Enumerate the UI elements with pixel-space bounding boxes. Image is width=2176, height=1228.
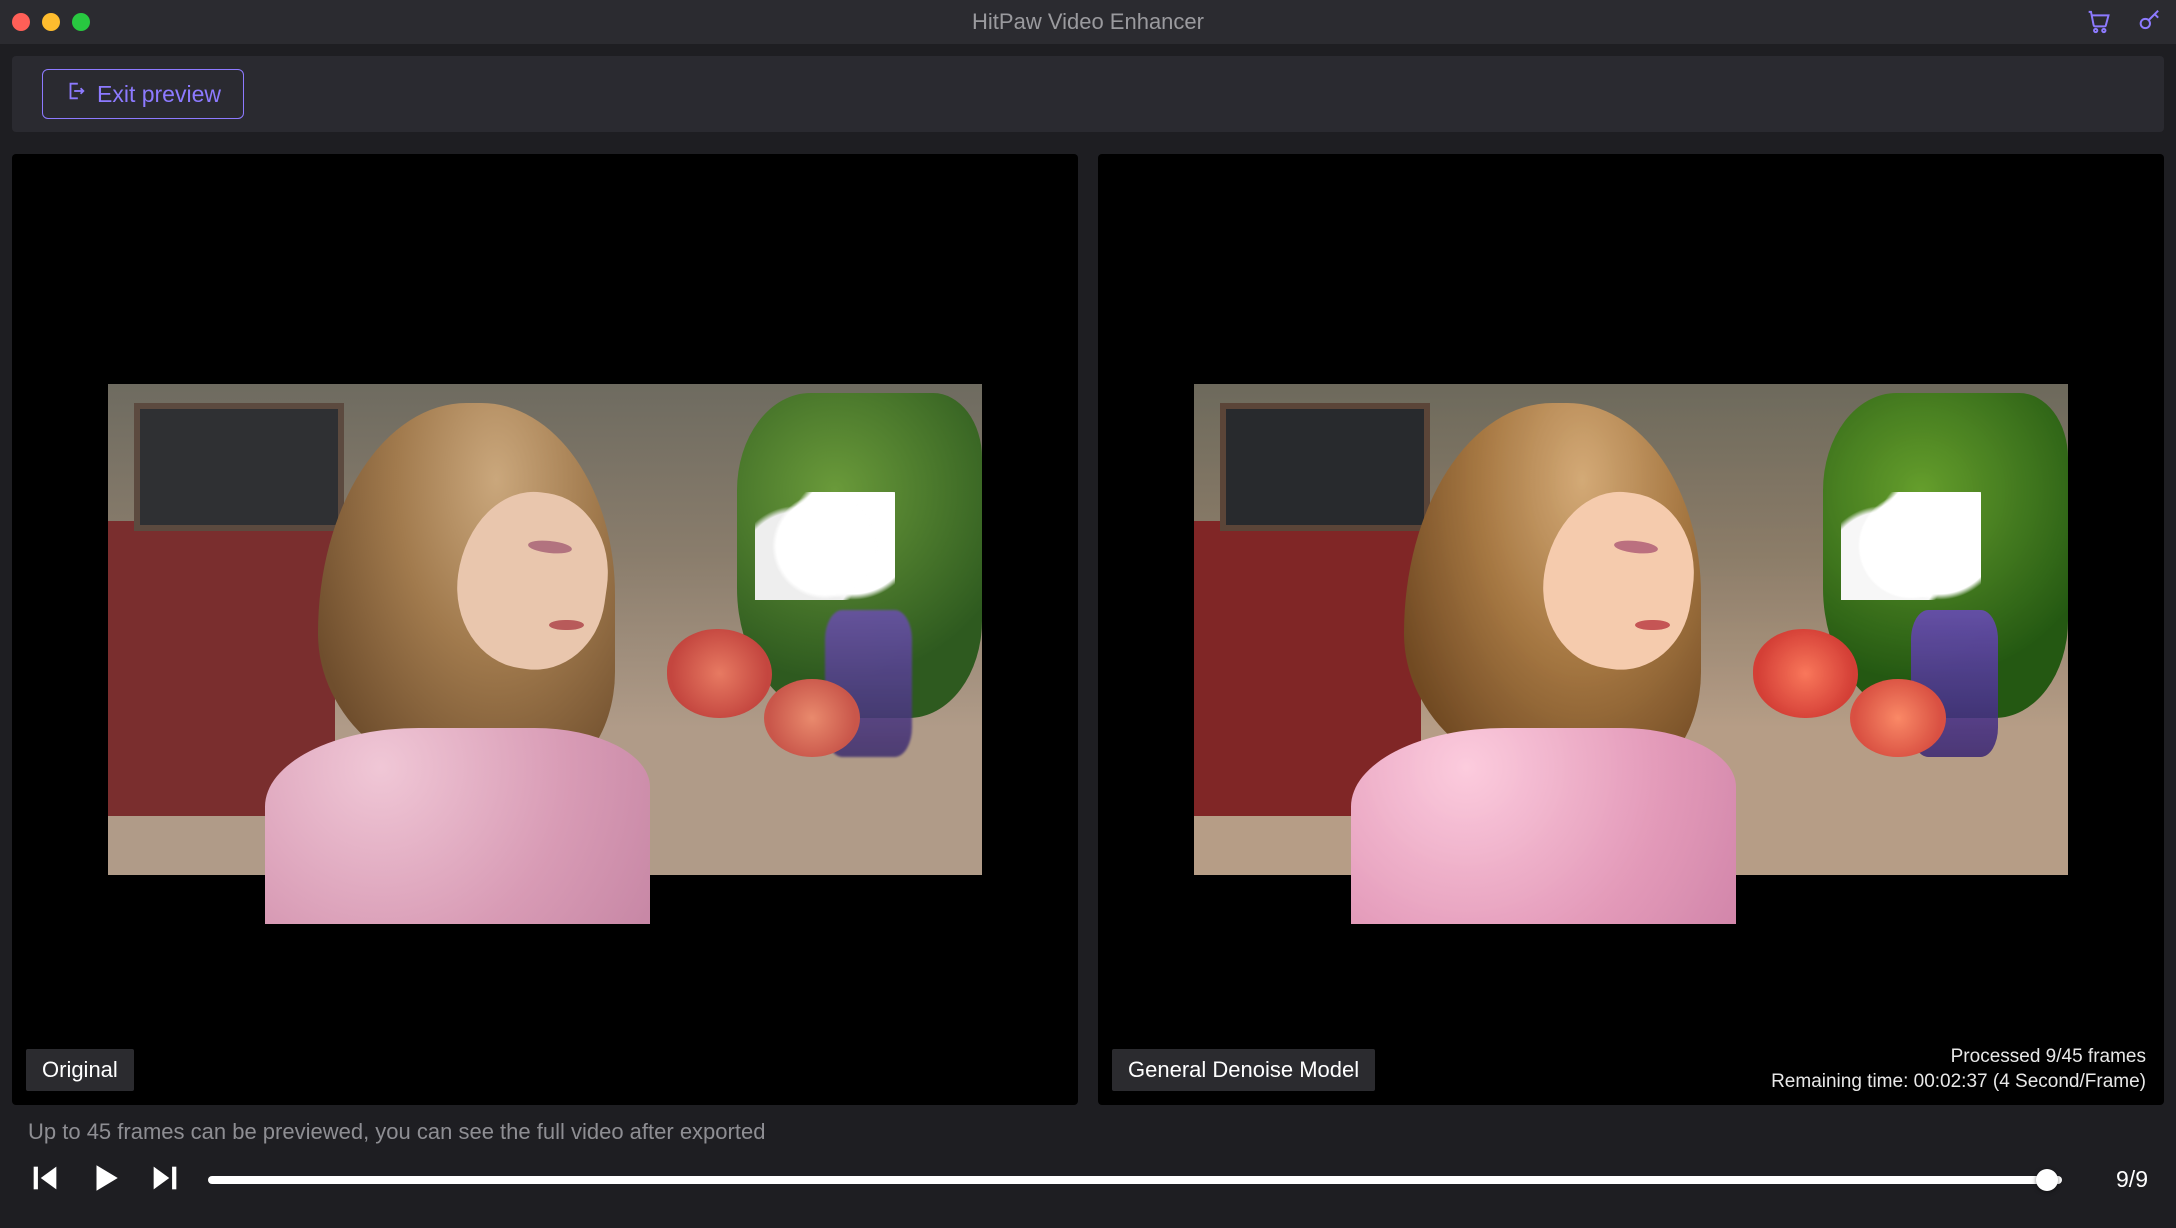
- playback-footer: Up to 45 frames can be previewed, you ca…: [12, 1105, 2164, 1216]
- next-frame-button[interactable]: [148, 1161, 182, 1198]
- next-frame-icon: [148, 1161, 182, 1198]
- titlebar: HitPaw Video Enhancer: [0, 0, 2176, 44]
- window-title: HitPaw Video Enhancer: [972, 9, 1204, 35]
- seek-bar[interactable]: [208, 1163, 2062, 1197]
- exit-preview-button[interactable]: Exit preview: [42, 69, 244, 119]
- processed-frames-text: Processed 9/45 frames: [1771, 1044, 2146, 1070]
- prev-frame-button[interactable]: [28, 1161, 62, 1198]
- zoom-window-button[interactable]: [72, 13, 90, 31]
- play-button[interactable]: [88, 1161, 122, 1198]
- remaining-time-text: Remaining time: 00:02:37 (4 Second/Frame…: [1771, 1069, 2146, 1095]
- seek-track: [208, 1176, 2062, 1184]
- exit-icon: [65, 80, 87, 108]
- play-icon: [88, 1161, 122, 1198]
- key-icon[interactable]: [2136, 6, 2164, 39]
- frame-counter: 9/9: [2088, 1166, 2148, 1193]
- playback-controls: 9/9: [28, 1161, 2148, 1198]
- model-label: General Denoise Model: [1112, 1049, 1375, 1091]
- original-video-frame: [108, 384, 982, 876]
- compare-view: Original General Denoise Model Processed…: [12, 154, 2164, 1105]
- original-label: Original: [26, 1049, 134, 1091]
- cart-icon[interactable]: [2084, 6, 2112, 39]
- prev-frame-icon: [28, 1161, 62, 1198]
- close-window-button[interactable]: [12, 13, 30, 31]
- seek-thumb[interactable]: [2036, 1169, 2058, 1191]
- window-traffic-lights: [12, 13, 90, 31]
- enhanced-video-frame: [1194, 384, 2068, 876]
- minimize-window-button[interactable]: [42, 13, 60, 31]
- enhanced-pane: General Denoise Model Processed 9/45 fra…: [1098, 154, 2164, 1105]
- preview-toolbar: Exit preview: [12, 56, 2164, 132]
- workspace: Exit preview Original General Denoise: [0, 44, 2176, 1228]
- original-pane: Original: [12, 154, 1078, 1105]
- preview-hint-text: Up to 45 frames can be previewed, you ca…: [28, 1119, 2148, 1145]
- exit-preview-label: Exit preview: [97, 81, 221, 108]
- processing-status: Processed 9/45 frames Remaining time: 00…: [1771, 1044, 2146, 1095]
